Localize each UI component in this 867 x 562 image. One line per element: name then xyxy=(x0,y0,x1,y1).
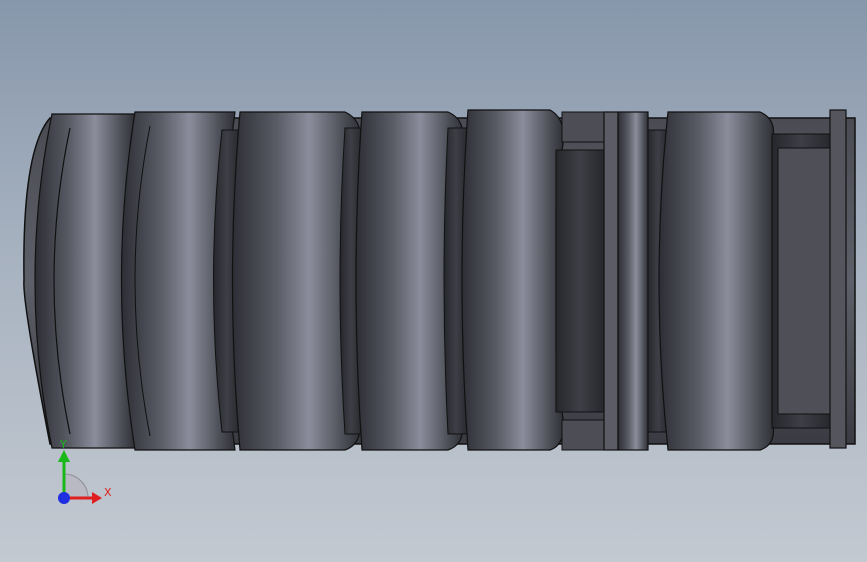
drag-chain-model[interactable] xyxy=(0,0,867,562)
connector-plate-1 xyxy=(603,111,619,451)
coordinate-triad: X Y xyxy=(58,438,112,504)
end-bracket-plate xyxy=(829,109,847,449)
chain-link-5 xyxy=(461,109,565,451)
chain-link-6 xyxy=(658,111,775,451)
y-axis-label: Y xyxy=(59,438,67,451)
graphics-viewport[interactable]: X Y xyxy=(0,0,867,562)
x-axis-label: X xyxy=(104,486,112,499)
chain-link-1 xyxy=(34,113,136,449)
connector-plate-2 xyxy=(617,111,649,451)
z-axis-icon xyxy=(58,492,70,504)
